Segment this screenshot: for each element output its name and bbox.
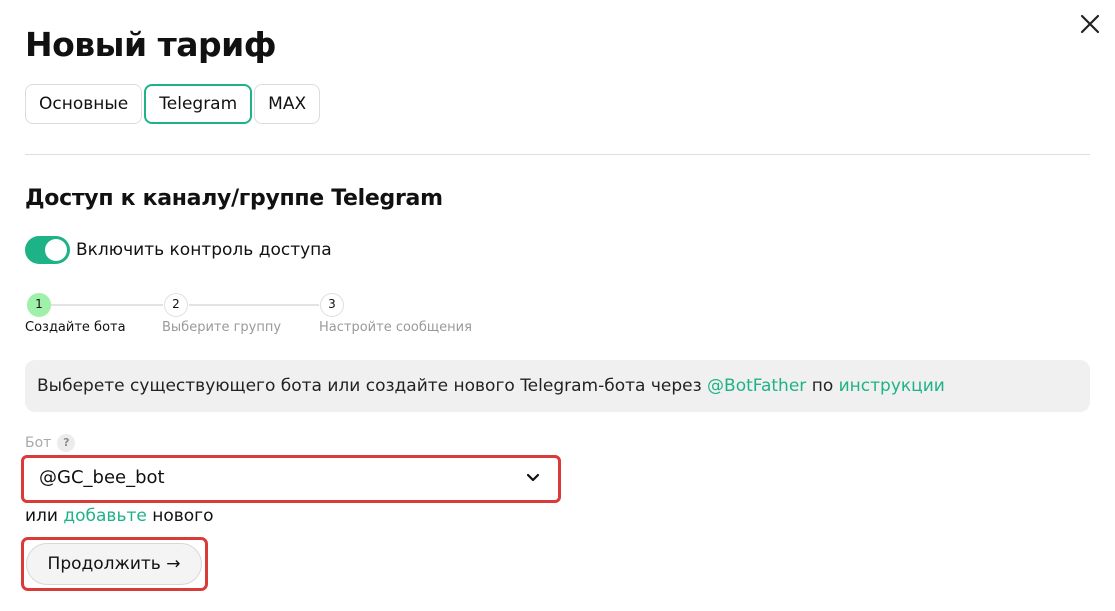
bot-field-label: Бот ? — [25, 434, 76, 452]
bot-select-value: @GC_bee_bot — [39, 467, 165, 488]
step-3-circle: 3 — [320, 293, 344, 317]
add-bot-prefix: или — [25, 506, 64, 526]
toggle-knob — [45, 239, 67, 261]
continue-button[interactable]: Продолжить → — [26, 543, 202, 585]
tab-telegram[interactable]: Telegram — [144, 84, 253, 124]
access-control-row: Включить контроль доступа — [25, 236, 332, 264]
access-control-toggle[interactable] — [25, 236, 70, 264]
step-1-label: Создайте бота — [25, 320, 126, 335]
add-bot-suffix: нового — [146, 506, 214, 526]
tab-max[interactable]: MAX — [254, 84, 321, 124]
chevron-down-icon — [526, 473, 540, 482]
info-middle: по — [806, 376, 839, 396]
help-icon[interactable]: ? — [57, 434, 76, 452]
access-control-label: Включить контроль доступа — [76, 240, 332, 260]
page-title: Новый тариф — [25, 25, 277, 64]
step-connector — [189, 304, 319, 306]
instructions-link[interactable]: инструкции — [839, 376, 945, 396]
tabs: Основные Telegram MAX — [25, 84, 321, 124]
info-text: Выберете существующего бота или создайте… — [37, 376, 708, 396]
info-box: Выберете существующего бота или создайте… — [25, 360, 1090, 412]
step-connector — [51, 304, 163, 306]
step-3-label: Настройте сообщения — [319, 320, 472, 335]
bot-label-text: Бот — [25, 435, 52, 451]
stepper: 1 2 3 Создайте бота Выберите группу Наст… — [25, 292, 505, 342]
add-bot-link[interactable]: добавьте — [63, 506, 146, 526]
add-bot-row: или добавьте нового — [25, 506, 214, 526]
bot-select[interactable]: @GC_bee_bot — [28, 461, 556, 497]
divider — [25, 154, 1090, 155]
close-icon[interactable] — [1076, 10, 1104, 38]
tab-osnovnye[interactable]: Основные — [25, 84, 143, 124]
step-1-circle: 1 — [27, 293, 51, 317]
step-2-circle: 2 — [164, 293, 188, 317]
step-2-label: Выберите группу — [162, 320, 282, 335]
botfather-link[interactable]: @BotFather — [707, 376, 806, 396]
section-title: Доступ к каналу/группе Telegram — [25, 186, 443, 211]
